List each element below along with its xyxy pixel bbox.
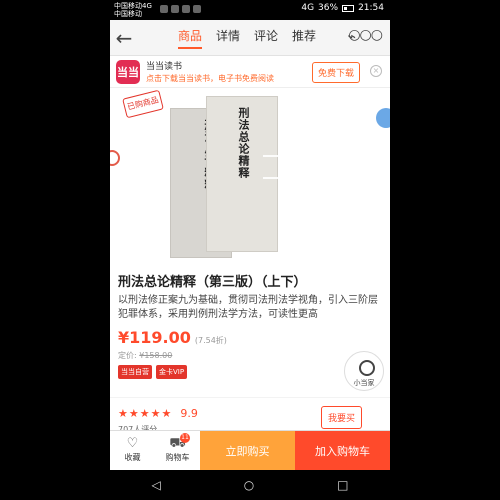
battery-icon	[342, 4, 355, 12]
carrier-primary: 中国移动4G	[114, 2, 152, 10]
promo-text: 当当读书 点击下载当当读书，电子书免费阅读	[146, 59, 274, 84]
float-action-icon[interactable]	[376, 108, 390, 128]
close-icon[interactable]: ×	[370, 65, 382, 77]
tab-product[interactable]: 商品	[178, 27, 203, 49]
product-image-area[interactable]: 已购商品 刑法总论精释 刑法总论精释	[110, 88, 390, 263]
side-float-icon[interactable]	[110, 150, 120, 166]
book-cover-title: 刑法总论精释	[237, 107, 250, 179]
rating-score: 9.9	[180, 407, 198, 420]
clock: 21:54	[358, 3, 384, 13]
promo-title: 当当读书	[146, 62, 183, 72]
book-volume-1: 刑法总论精释	[206, 96, 289, 252]
notification-icons	[160, 5, 201, 13]
tab-bar: 商品 详情 评论 推荐	[178, 27, 316, 49]
bottom-action-bar: ♡ 收藏 ⛟ 11 购物车 立即购买 加入购物车	[110, 430, 390, 470]
product-description: 以刑法修正案九为基础，贯彻司法刑法学视角，引入三阶层犯罪体系，采用判例刑法学方法…	[118, 295, 378, 320]
cover-decoration	[263, 155, 289, 179]
tab-details[interactable]: 详情	[216, 27, 240, 48]
carrier-secondary: 中国移动	[114, 10, 142, 18]
more-icon[interactable]: ○○○	[348, 27, 383, 43]
discount-label: (7.54折)	[194, 336, 227, 345]
owned-badge: 已购商品	[122, 89, 164, 119]
notification-icon	[160, 5, 168, 13]
status-right: 4G 36% 21:54	[301, 3, 384, 13]
tab-recommend[interactable]: 推荐	[292, 27, 316, 48]
product-title: 刑法总论精释（第三版）（上下）	[118, 275, 307, 290]
assistant-button[interactable]: 小当家	[344, 351, 384, 391]
nav-recents-icon[interactable]: □	[337, 478, 348, 492]
original-price-label: 定价:	[118, 351, 137, 360]
star-rating-icon: ★★★★★	[118, 407, 173, 420]
dangdang-logo-icon: 当当	[116, 59, 140, 84]
nav-home-icon[interactable]: ○	[244, 478, 254, 492]
system-nav-bar: ◁ ○ □	[110, 470, 390, 500]
add-to-cart-button[interactable]: 加入购物车	[295, 431, 390, 470]
tag-self-operated: 当当自营	[118, 365, 152, 379]
cart-button[interactable]: ⛟ 11 购物车	[155, 431, 200, 470]
network-label: 4G	[301, 3, 315, 13]
heart-icon: ♡	[126, 436, 139, 451]
tag-vip: 金卡VIP	[156, 365, 188, 379]
product-tags: 当当自营 金卡VIP	[118, 365, 382, 379]
want-to-buy-button[interactable]: 我要买	[320, 406, 362, 429]
status-bar: 中国移动4G 中国移动 4G 36% 21:54	[110, 0, 390, 20]
product-info: 刑法总论精释（第三版）（上下） 以刑法修正案九为基础，贯彻司法刑法学视角，引入三…	[110, 263, 390, 397]
promo-subtitle: 点击下载当当读书，电子书免费阅读	[146, 74, 274, 83]
carrier-info: 中国移动4G 中国移动	[114, 2, 152, 18]
back-icon[interactable]: ←	[110, 26, 138, 50]
price-line: ¥119.00 (7.54折)	[118, 328, 382, 347]
battery-label: 36%	[318, 3, 339, 13]
notification-icon	[182, 5, 190, 13]
buy-now-button[interactable]: 立即购买	[200, 431, 295, 470]
phone-screen: 中国移动4G 中国移动 4G 36% 21:54 ← 商品 详情 评论 推荐 ⌁…	[110, 0, 390, 500]
current-price: ¥119.00	[118, 328, 191, 347]
favorite-button[interactable]: ♡ 收藏	[110, 431, 155, 470]
cart-count-badge: 11	[180, 433, 190, 443]
original-price: ¥158.00	[139, 351, 173, 360]
nav-back-icon[interactable]: ◁	[151, 478, 160, 492]
favorite-label: 收藏	[124, 453, 141, 462]
notification-icon	[193, 5, 201, 13]
tab-reviews[interactable]: 评论	[254, 27, 278, 48]
free-download-button[interactable]: 免费下载	[311, 62, 360, 83]
app-promo-banner[interactable]: 当当 当当读书 点击下载当当读书，电子书免费阅读 免费下载 ×	[110, 56, 390, 88]
cart-label: 购物车	[165, 453, 190, 462]
original-price-line: 定价: ¥158.00	[118, 350, 382, 361]
top-nav: ← 商品 详情 评论 推荐 ⌁ ○○○	[110, 20, 390, 56]
notification-icon	[171, 5, 179, 13]
cart-icon: ⛟	[169, 436, 186, 451]
